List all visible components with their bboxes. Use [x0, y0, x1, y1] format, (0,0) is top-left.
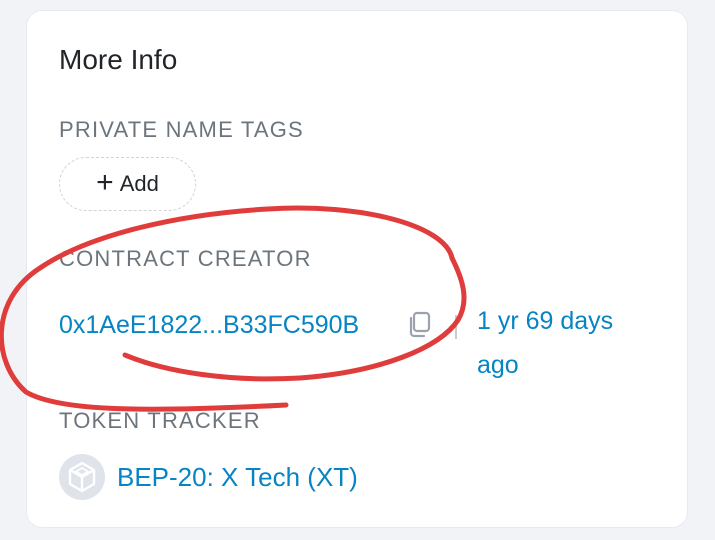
more-info-card: More Info PRIVATE NAME TAGS + Add CONTRA…	[26, 10, 688, 528]
card-title: More Info	[59, 44, 178, 75]
contract-creator-row: 0x1AeE1822...B33FC590B 1 yr 69 days ago	[59, 303, 659, 383]
contract-creator-label: CONTRACT CREATOR	[59, 246, 312, 271]
add-button-label: Add	[119, 171, 159, 196]
add-name-tag-button[interactable]: + Add	[59, 157, 196, 211]
token-link[interactable]: BEP-20: X Tech (XT)	[117, 462, 358, 493]
copy-icon[interactable]	[405, 309, 435, 339]
creation-age-link[interactable]: 1 yr 69 days ago	[477, 299, 657, 387]
token-cube-icon	[59, 454, 105, 500]
token-tracker-row: BEP-20: X Tech (XT)	[59, 453, 358, 501]
private-name-tags-label: PRIVATE NAME TAGS	[59, 117, 304, 142]
divider	[455, 315, 457, 339]
token-tracker-label: TOKEN TRACKER	[59, 408, 261, 433]
creator-address-link[interactable]: 0x1AeE1822...B33FC590B	[59, 309, 359, 341]
plus-icon: +	[96, 166, 114, 199]
